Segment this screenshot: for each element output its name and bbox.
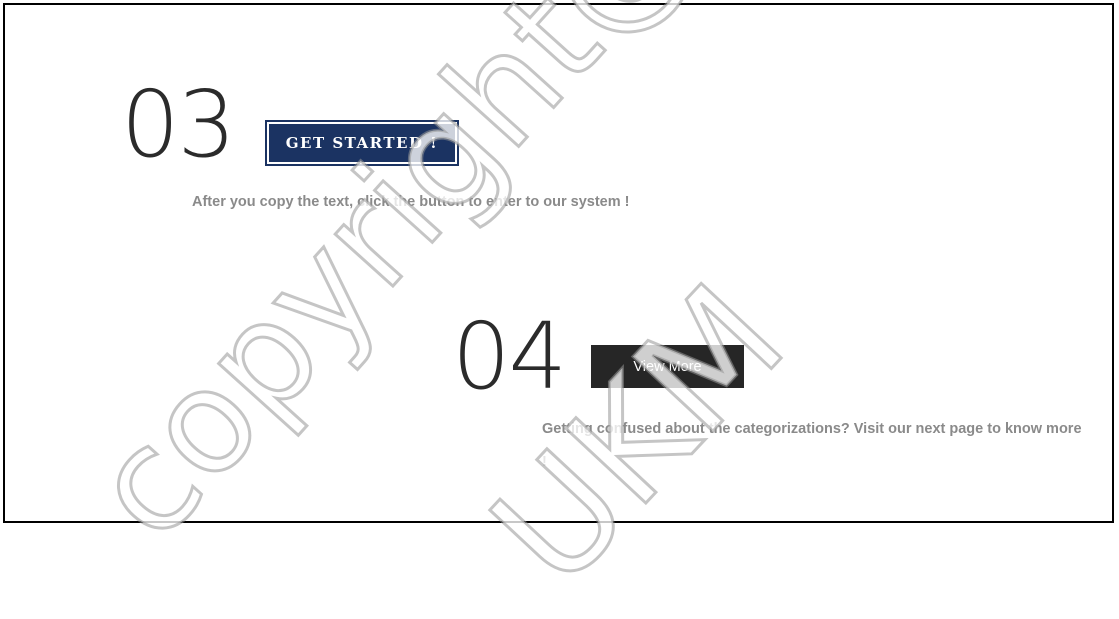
step-03-description: After you copy the text, click the butto… [192, 194, 630, 210]
page-frame: 03 GET STARTED ! After you copy the text… [3, 3, 1114, 523]
view-more-button[interactable]: View More [591, 345, 744, 388]
step-04-number: 04 [452, 303, 567, 410]
step-04-description: Getting confused about the categorizatio… [542, 421, 1082, 470]
step-03-number: 03 [121, 71, 236, 178]
get-started-button[interactable]: GET STARTED ! [265, 120, 459, 166]
